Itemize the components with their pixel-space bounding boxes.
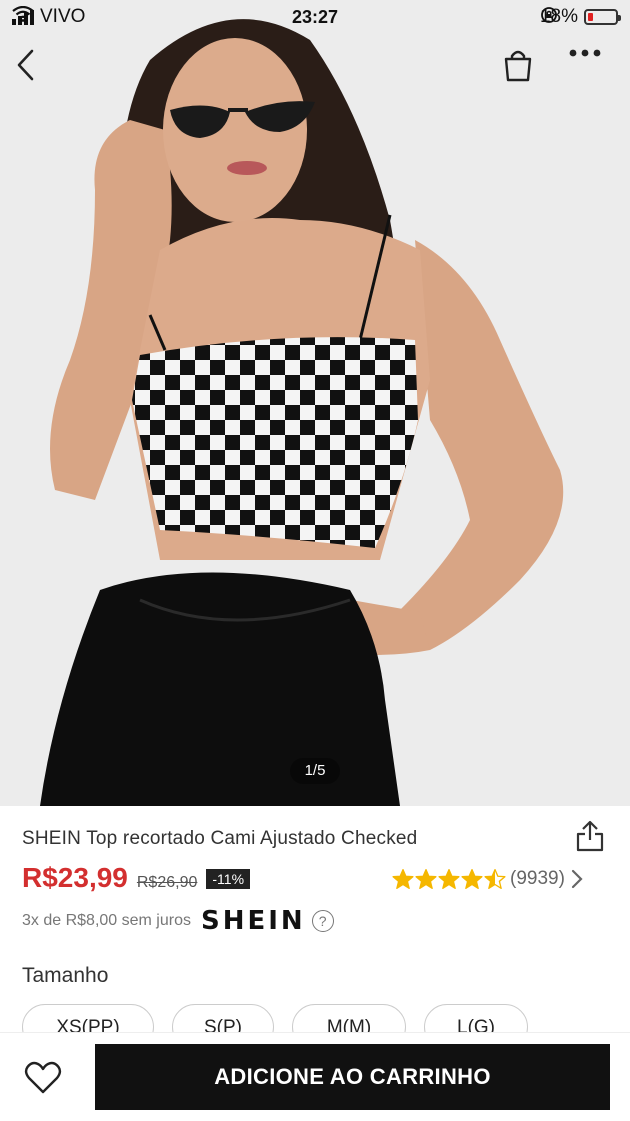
product-info: SHEIN Top recortado Cami Ajustado Checke… (0, 806, 630, 1050)
original-price: R$26,90 (136, 874, 198, 891)
orientation-lock-icon (541, 7, 557, 23)
size-section-label: Tamanho (22, 964, 109, 987)
shopping-bag-icon (504, 50, 532, 82)
star-icon (392, 868, 414, 890)
more-options-button[interactable] (568, 48, 616, 96)
product-title: SHEIN Top recortado Cami Ajustado Checke… (22, 828, 418, 849)
more-horizontal-icon (569, 49, 601, 57)
gallery-page-indicator: 1/5 (290, 758, 340, 784)
chevron-left-icon (17, 49, 34, 81)
product-image-gallery[interactable]: VIVO 23:27 18% 1/5 (0, 0, 630, 806)
star-rating (392, 868, 506, 890)
discount-badge: -11% (206, 869, 251, 889)
battery-icon (584, 9, 621, 25)
installment-text: 3x de R$8,00 sem juros (22, 912, 191, 929)
chevron-right-icon (571, 869, 583, 889)
product-photo (40, 19, 564, 806)
top-nav (0, 48, 630, 96)
price-row: R$23,99 R$26,90 -11% (22, 862, 251, 894)
star-icon (415, 868, 437, 890)
status-right: 18% (540, 6, 621, 28)
share-icon (576, 820, 604, 852)
star-icon (461, 868, 483, 890)
shein-logo: SHEIN (200, 906, 306, 936)
share-button[interactable] (572, 818, 608, 854)
shopping-bag-button[interactable] (502, 48, 550, 96)
back-button[interactable] (14, 48, 62, 96)
heart-icon (24, 1061, 62, 1094)
star-icon (484, 868, 506, 890)
add-to-cart-button[interactable]: ADICIONE AO CARRINHO (95, 1044, 610, 1110)
rating-summary[interactable]: (9939) (392, 868, 583, 890)
installment-row: 3x de R$8,00 sem juros SHEIN ? (22, 906, 334, 936)
clock: 23:27 (291, 7, 339, 27)
review-count: (9939) (510, 868, 565, 889)
star-icon (438, 868, 460, 890)
current-price: R$23,99 (22, 862, 128, 893)
wishlist-button[interactable] (20, 1055, 66, 1101)
bottom-action-bar: ADICIONE AO CARRINHO (0, 1032, 630, 1121)
status-bar: VIVO 23:27 18% (0, 0, 630, 36)
help-icon[interactable]: ? (311, 910, 334, 932)
